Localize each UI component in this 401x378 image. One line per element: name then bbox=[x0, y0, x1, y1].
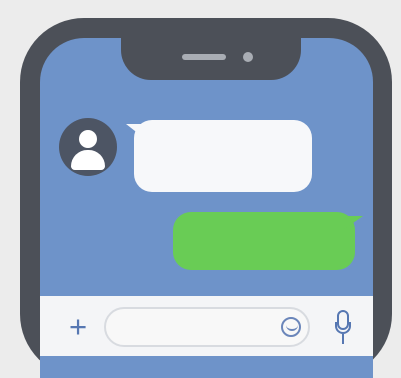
message-input[interactable] bbox=[104, 307, 310, 347]
outgoing-bubble-tail bbox=[343, 216, 363, 230]
user-icon-body bbox=[71, 150, 105, 170]
microphone-stem bbox=[342, 334, 344, 344]
microphone-stand bbox=[335, 322, 351, 334]
microphone-icon[interactable] bbox=[333, 310, 353, 346]
user-icon bbox=[79, 130, 97, 148]
smiley-icon[interactable] bbox=[281, 317, 301, 337]
front-camera bbox=[243, 52, 253, 62]
contact-avatar[interactable] bbox=[59, 118, 117, 176]
outgoing-message-bubble bbox=[173, 212, 355, 270]
speaker-grille bbox=[182, 54, 226, 60]
plus-icon[interactable]: + bbox=[63, 311, 93, 342]
phone-notch bbox=[121, 18, 301, 80]
incoming-message-bubble bbox=[134, 120, 312, 192]
